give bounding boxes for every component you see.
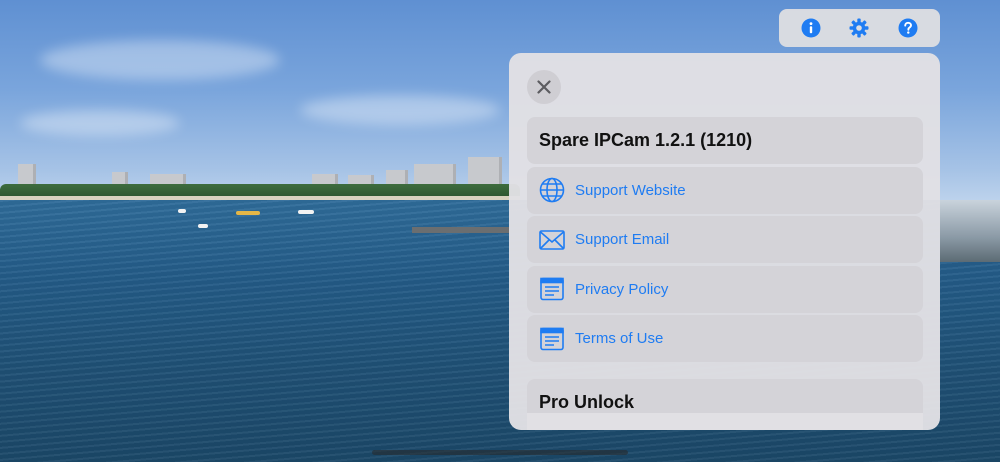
question-circle-icon <box>898 18 918 38</box>
terms-of-use-label: Terms of Use <box>575 330 664 347</box>
boat <box>198 224 208 228</box>
support-website-label: Support Website <box>575 181 686 199</box>
pier <box>412 227 509 233</box>
globe-icon <box>539 177 565 203</box>
top-toolbar <box>779 9 940 47</box>
pro-unlock-label: Pro Unlock <box>539 391 635 412</box>
close-button[interactable] <box>527 70 561 104</box>
support-email-row[interactable]: Support Email <box>527 216 923 263</box>
boat <box>236 211 260 215</box>
document-icon <box>539 276 565 302</box>
app-version-label: Spare IPCam 1.2.1 (1210) <box>539 130 753 150</box>
dock <box>940 200 1000 262</box>
boat <box>298 210 314 214</box>
document-icon <box>539 326 565 352</box>
building <box>18 164 36 186</box>
home-indicator[interactable] <box>372 450 628 455</box>
close-icon <box>537 80 551 94</box>
settings-button[interactable] <box>848 17 870 39</box>
gear-icon <box>849 18 869 38</box>
cloud <box>20 110 180 136</box>
info-circle-icon <box>801 18 821 38</box>
privacy-policy-label: Privacy Policy <box>575 280 669 298</box>
scroll-clip <box>527 413 923 430</box>
support-email-label: Support Email <box>575 231 670 248</box>
support-website-row[interactable]: Support Website <box>527 166 923 214</box>
about-list: Spare IPCam 1.2.1 (1210) Support Website <box>527 117 923 428</box>
terms-of-use-row[interactable]: Terms of Use <box>527 315 923 362</box>
envelope-icon <box>539 227 565 253</box>
cloud <box>40 40 280 80</box>
privacy-policy-row[interactable]: Privacy Policy <box>527 265 923 313</box>
info-button[interactable] <box>800 17 822 39</box>
app-version-title: Spare IPCam 1.2.1 (1210) <box>527 117 923 164</box>
cloud <box>300 95 500 125</box>
boat <box>178 209 186 213</box>
help-button[interactable] <box>897 17 919 39</box>
about-panel: Spare IPCam 1.2.1 (1210) Support Website <box>509 53 940 430</box>
